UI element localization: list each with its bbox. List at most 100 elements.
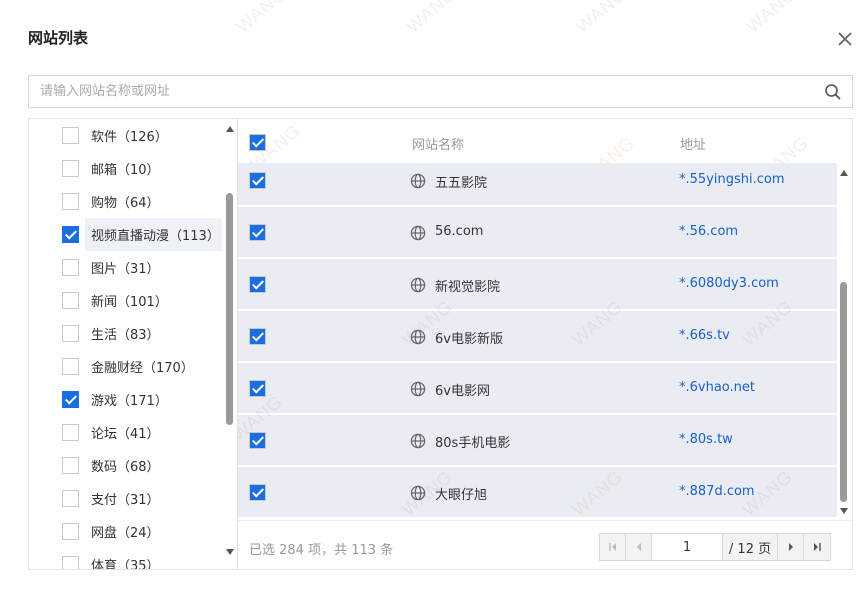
- category-label: 游戏（171）: [91, 394, 168, 409]
- row-checkbox[interactable]: [249, 432, 266, 449]
- row-checkbox[interactable]: [249, 484, 266, 501]
- globe-icon: [410, 173, 426, 189]
- category-item[interactable]: 图片（31）: [29, 251, 223, 284]
- dialog-title: 网站列表: [28, 29, 89, 47]
- website-name: 80s手机电影: [435, 436, 511, 451]
- table-body: 五五影院 *.55yingshi.com 56.com *.56.com 新视觉…: [238, 163, 837, 520]
- checkbox[interactable]: [62, 523, 79, 540]
- table-row[interactable]: 大眼仔旭 *.887d.com: [238, 467, 837, 518]
- table-row[interactable]: 五五影院 *.55yingshi.com: [238, 163, 837, 206]
- category-label: 购物（64）: [91, 196, 160, 211]
- website-address[interactable]: *.66s.tv: [679, 328, 730, 343]
- checkbox[interactable]: [62, 358, 79, 375]
- website-picker-panel: 软件（126） 邮箱（10） 购物（64） 视频直播动漫（113） 图片（31）…: [28, 118, 853, 570]
- scrollbar-thumb[interactable]: [840, 282, 847, 502]
- category-label: 数码（68）: [91, 460, 160, 475]
- scrollbar-thumb[interactable]: [226, 193, 233, 425]
- category-item[interactable]: 新闻（101）: [29, 284, 223, 317]
- row-checkbox[interactable]: [249, 224, 266, 241]
- category-item[interactable]: 生活（83）: [29, 317, 223, 350]
- category-label: 网盘（24）: [91, 526, 160, 541]
- globe-icon: [410, 433, 426, 449]
- page-number-input[interactable]: [652, 534, 723, 560]
- category-item[interactable]: 软件（126）: [29, 119, 223, 152]
- row-checkbox[interactable]: [249, 276, 266, 293]
- row-checkbox[interactable]: [249, 172, 266, 189]
- category-item[interactable]: 网盘（24）: [29, 515, 223, 548]
- select-all-checkbox[interactable]: [249, 134, 266, 151]
- chevron-right-icon: [789, 543, 793, 551]
- checkbox[interactable]: [62, 292, 79, 309]
- category-list: 软件（126） 邮箱（10） 购物（64） 视频直播动漫（113） 图片（31）…: [29, 119, 237, 569]
- category-item[interactable]: 体育（35）: [29, 548, 223, 569]
- website-address[interactable]: *.56.com: [679, 224, 738, 239]
- website-name: 6v电影网: [435, 384, 490, 399]
- website-name: 6v电影新版: [435, 332, 503, 347]
- website-name: 大眼仔旭: [435, 488, 488, 503]
- table-scrollbar[interactable]: [837, 163, 851, 520]
- category-item[interactable]: 数码（68）: [29, 449, 223, 482]
- category-item[interactable]: 游戏（171）: [29, 383, 223, 416]
- category-item[interactable]: 论坛（41）: [29, 416, 223, 449]
- globe-icon: [410, 277, 426, 293]
- category-item[interactable]: 邮箱（10）: [29, 152, 223, 185]
- checkbox[interactable]: [62, 259, 79, 276]
- checkbox-checked[interactable]: [62, 226, 79, 243]
- website-address[interactable]: *.6vhao.net: [679, 380, 755, 395]
- search-input[interactable]: [29, 76, 824, 107]
- checkbox[interactable]: [62, 424, 79, 441]
- checkbox[interactable]: [62, 457, 79, 474]
- table-row[interactable]: 56.com *.56.com: [238, 207, 837, 258]
- last-page-button[interactable]: [804, 534, 830, 560]
- website-name: 新视觉影院: [435, 280, 501, 295]
- checkbox[interactable]: [62, 325, 79, 342]
- prev-page-button[interactable]: [626, 534, 652, 560]
- watermark: WANG: [402, 0, 461, 37]
- category-label: 图片（31）: [91, 262, 160, 277]
- category-item[interactable]: 支付（31）: [29, 482, 223, 515]
- scroll-down-arrow-icon[interactable]: [840, 508, 848, 514]
- table-header: 网站名称 地址: [238, 119, 853, 163]
- category-label: 支付（31）: [91, 493, 160, 508]
- category-label: 体育（35）: [91, 559, 160, 569]
- scroll-up-arrow-icon[interactable]: [840, 170, 848, 176]
- checkbox[interactable]: [62, 556, 79, 569]
- checkbox[interactable]: [62, 490, 79, 507]
- category-item[interactable]: 金融财经（170）: [29, 350, 223, 383]
- first-page-icon: [609, 543, 616, 551]
- scroll-down-arrow-icon[interactable]: [226, 549, 234, 555]
- selection-summary: 已选 284 项，共 113 条: [249, 543, 394, 558]
- category-label: 论坛（41）: [91, 427, 160, 442]
- category-label: 新闻（101）: [91, 295, 168, 310]
- table-row[interactable]: 新视觉影院 *.6080dy3.com: [238, 259, 837, 310]
- search-icon[interactable]: [824, 83, 842, 101]
- checkbox[interactable]: [62, 193, 79, 210]
- last-page-icon: [814, 543, 821, 551]
- close-icon[interactable]: [836, 30, 854, 48]
- category-scrollbar[interactable]: [223, 119, 237, 569]
- category-label: 生活（83）: [91, 328, 160, 343]
- table-row[interactable]: 6v电影新版 *.66s.tv: [238, 311, 837, 362]
- website-address[interactable]: *.887d.com: [679, 484, 755, 499]
- scroll-up-arrow-icon[interactable]: [226, 126, 234, 132]
- next-page-button[interactable]: [778, 534, 804, 560]
- first-page-button[interactable]: [600, 534, 626, 560]
- website-address[interactable]: *.55yingshi.com: [679, 172, 785, 187]
- category-item-selected[interactable]: 视频直播动漫（113）: [62, 218, 222, 251]
- watermark: WANG: [572, 0, 631, 37]
- checkbox[interactable]: [62, 127, 79, 144]
- search-box: [28, 75, 853, 108]
- row-checkbox[interactable]: [249, 380, 266, 397]
- globe-icon: [410, 225, 426, 241]
- website-address[interactable]: *.6080dy3.com: [679, 276, 779, 291]
- checkbox[interactable]: [62, 160, 79, 177]
- website-name: 56.com: [435, 224, 484, 239]
- row-checkbox[interactable]: [249, 328, 266, 345]
- category-label: 金融财经（170）: [91, 361, 194, 376]
- website-address[interactable]: *.80s.tw: [679, 432, 733, 447]
- category-item[interactable]: 购物（64）: [29, 185, 223, 218]
- table-row[interactable]: 6v电影网 *.6vhao.net: [238, 363, 837, 414]
- checkbox-checked[interactable]: [62, 391, 79, 408]
- table-row[interactable]: 80s手机电影 *.80s.tw: [238, 415, 837, 466]
- category-label: 软件（126）: [91, 130, 168, 145]
